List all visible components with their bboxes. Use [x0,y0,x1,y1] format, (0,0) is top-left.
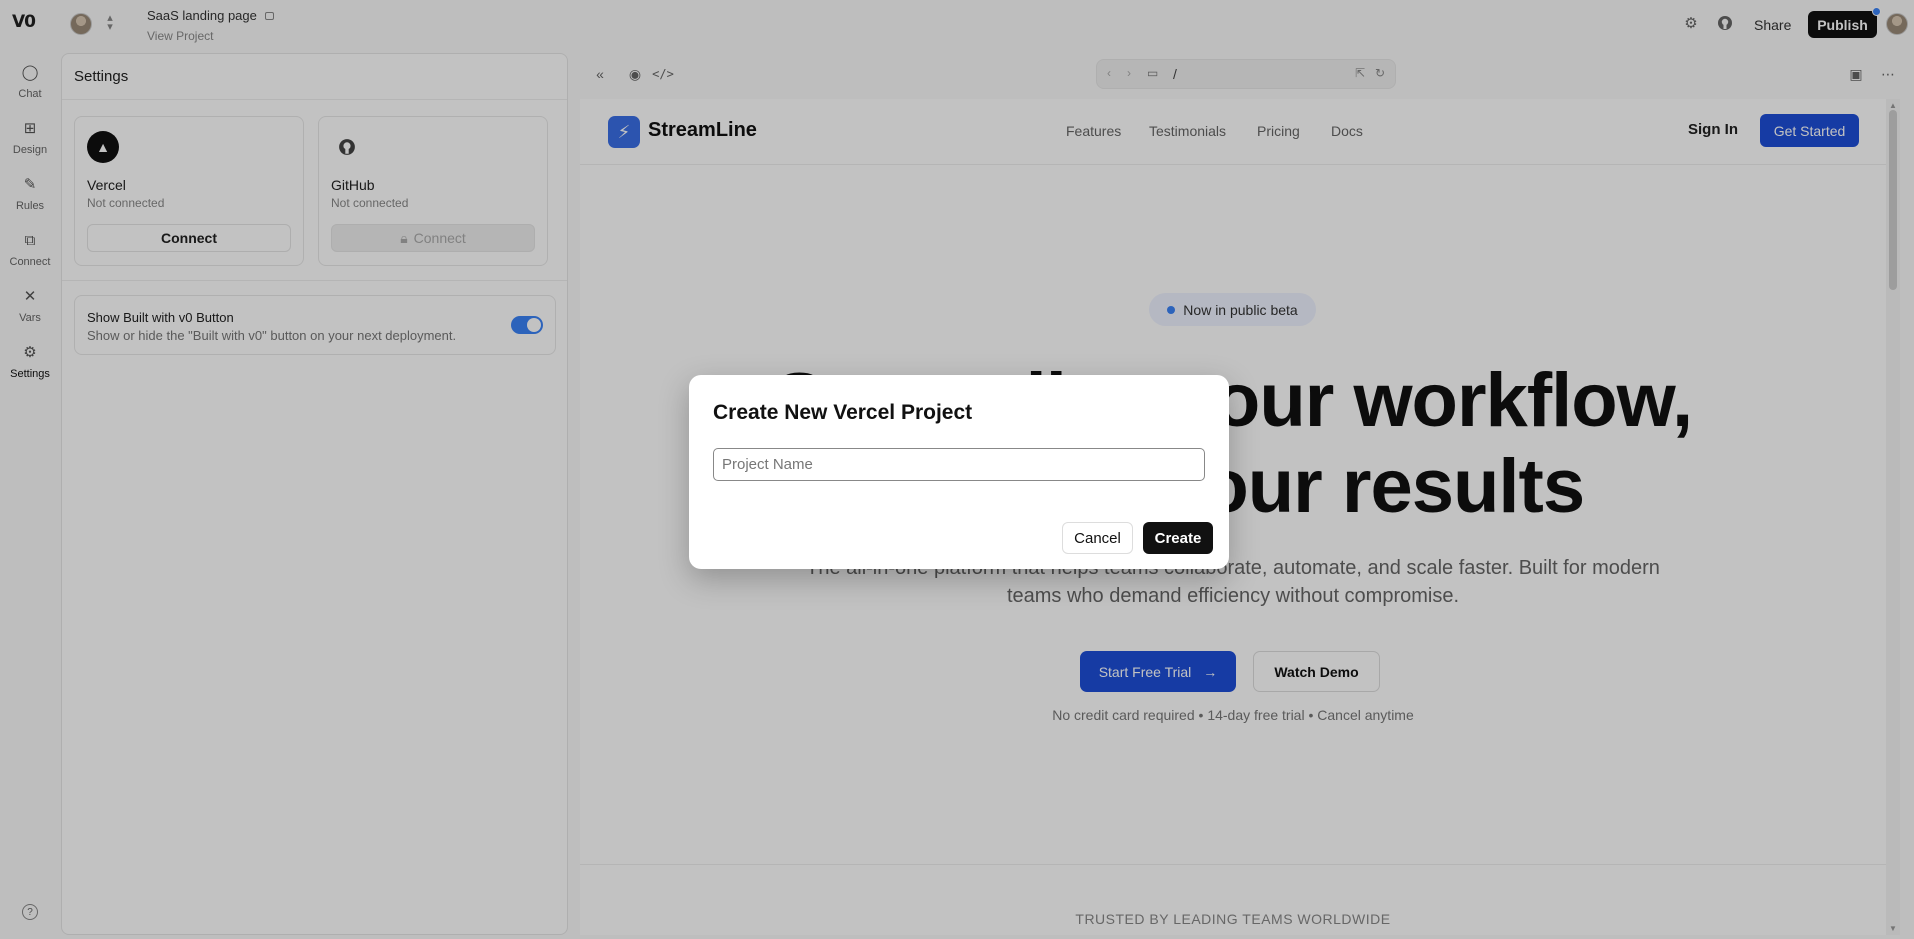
dialog-title: Create New Vercel Project [713,401,973,424]
cancel-button[interactable]: Cancel [1062,522,1133,554]
project-name-input[interactable] [713,448,1205,481]
create-button[interactable]: Create [1143,522,1213,554]
create-project-dialog: Create New Vercel Project Cancel Create [689,375,1229,569]
